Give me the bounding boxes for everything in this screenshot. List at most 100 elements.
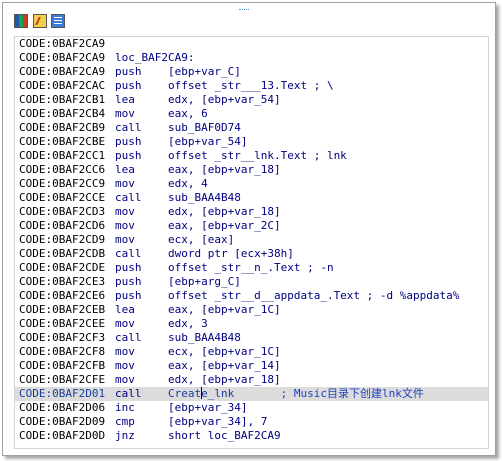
address: CODE:0BAF2CBE (19, 135, 106, 148)
instruction-mnemonic: call (115, 247, 142, 260)
instruction-mnemonic: jnz (115, 429, 135, 442)
instruction-operands[interactable]: [ebp+var_C] (168, 65, 241, 78)
toolbar (3, 3, 495, 31)
address: CODE:0BAF2CB4 (19, 107, 106, 120)
instruction-operands[interactable]: [ebp+arg_C] (168, 275, 241, 288)
code-line[interactable]: CODE:0BAF2CD3 mov edx, [ebp+var_18] (15, 205, 488, 219)
instruction-mnemonic: mov (115, 177, 135, 190)
code-line[interactable]: CODE:0BAF2CF3 call sub_BAA4B48 (15, 331, 488, 345)
address: CODE:0BAF2CE6 (19, 289, 106, 302)
instruction-operands[interactable]: sub_BAA4B48 (168, 191, 241, 204)
text-view-icon[interactable] (51, 14, 65, 28)
code-line[interactable]: CODE:0BAF2CB4 mov eax, 6 (15, 107, 488, 121)
instruction-operands[interactable]: offset _str__d__appdata_.Text ; -d %appd… (168, 289, 459, 302)
instruction-operands[interactable]: short loc_BAF2CA9 (168, 429, 281, 442)
code-line[interactable]: CODE:0BAF2CA9 loc_BAF2CA9: (15, 51, 488, 65)
code-line[interactable]: CODE:0BAF2CEE mov edx, 3 (15, 317, 488, 331)
instruction-operands[interactable]: edx, 3 (168, 317, 208, 330)
instruction-mnemonic: mov (115, 317, 135, 330)
instruction-mnemonic: mov (115, 219, 135, 232)
instruction-operands[interactable]: offset _str___13.Text ; \ (168, 79, 334, 92)
code-line[interactable]: CODE:0BAF2CDB call dword ptr [ecx+38h] (15, 247, 488, 261)
code-line[interactable]: CODE:0BAF2CC9 mov edx, 4 (15, 177, 488, 191)
code-line[interactable]: CODE:0BAF2CBE push [ebp+var_54] (15, 135, 488, 149)
instruction-mnemonic: mov (115, 107, 135, 120)
graph-view-icon[interactable] (14, 14, 28, 28)
instruction-operands[interactable]: Creat (168, 387, 201, 400)
code-comment: ; Music目录下创建lnk文件 (280, 387, 424, 400)
instruction-operands[interactable]: ecx, [eax] (168, 233, 234, 246)
code-line[interactable]: CODE:0BAF2CE3 push [ebp+arg_C] (15, 275, 488, 289)
selected-code-line[interactable]: CODE:0BAF2D01 call Create_lnk ; Music目录下创建… (15, 387, 488, 401)
address: CODE:0BAF2CD3 (19, 205, 106, 218)
address: CODE:0BAF2CFB (19, 359, 106, 372)
instruction-mnemonic: inc (115, 401, 135, 414)
instruction-mnemonic: push (115, 149, 142, 162)
code-line[interactable]: CODE:0BAF2CB1 lea edx, [ebp+var_54] (15, 93, 488, 107)
code-line[interactable]: CODE:0BAF2D0D jnz short loc_BAF2CA9 (15, 429, 488, 443)
instruction-operands[interactable]: ecx, [ebp+var_1C] (168, 345, 281, 358)
address: CODE:0BAF2CA9 (19, 65, 106, 78)
instruction-mnemonic: call (115, 331, 142, 344)
address: CODE:0BAF2CDE (19, 261, 106, 274)
instruction-operands[interactable]: eax, [ebp+var_2C] (168, 219, 281, 232)
code-line[interactable]: CODE:0BAF2CB9 call sub_BAF0D74 (15, 121, 488, 135)
instruction-mnemonic: call (115, 121, 142, 134)
address: CODE:0BAF2CA9 (19, 51, 106, 64)
instruction-operands[interactable]: sub_BAA4B48 (168, 331, 241, 344)
code-line[interactable]: CODE:0BAF2D09 cmp [ebp+var_34], 7 (15, 415, 488, 429)
instruction-mnemonic: push (115, 135, 142, 148)
instruction-operands[interactable]: eax, [ebp+var_1C] (168, 303, 281, 316)
instruction-operands[interactable]: edx, [ebp+var_18] (168, 373, 281, 386)
instruction-operands[interactable]: eax, [ebp+var_18] (168, 163, 281, 176)
edit-tool-icon[interactable] (33, 14, 47, 28)
code-line[interactable]: CODE:0BAF2CFE mov edx, [ebp+var_18] (15, 373, 488, 387)
instruction-mnemonic: mov (115, 233, 135, 246)
instruction-operands[interactable]: [ebp+var_34] (168, 401, 247, 414)
address: CODE:0BAF2CCE (19, 191, 106, 204)
address: CODE:0BAF2CEB (19, 303, 106, 316)
code-line[interactable]: CODE:0BAF2CCE call sub_BAA4B48 (15, 191, 488, 205)
instruction-operands[interactable]: [ebp+var_54] (168, 135, 247, 148)
address: CODE:0BAF2CC1 (19, 149, 106, 162)
instruction-mnemonic: lea (115, 163, 135, 176)
instruction-mnemonic: mov (115, 359, 135, 372)
code-label[interactable]: loc_BAF2CA9: (115, 51, 194, 64)
code-line[interactable]: CODE:0BAF2CA9 (15, 37, 488, 51)
disassembly-listing[interactable]: CODE:0BAF2CA9 CODE:0BAF2CA9 loc_BAF2CA9: CO… (14, 36, 489, 449)
instruction-mnemonic: push (115, 261, 142, 274)
address: CODE:0BAF2D0D (19, 429, 106, 442)
address: CODE:0BAF2CB1 (19, 93, 106, 106)
code-line[interactable]: CODE:0BAF2CF8 mov ecx, [ebp+var_1C] (15, 345, 488, 359)
instruction-mnemonic: cmp (115, 415, 135, 428)
code-line[interactable]: CODE:0BAF2CFB mov eax, [ebp+var_14] (15, 359, 488, 373)
instruction-mnemonic: lea (115, 93, 135, 106)
instruction-mnemonic: call (115, 191, 142, 204)
code-line[interactable]: CODE:0BAF2CD6 mov eax, [ebp+var_2C] (15, 219, 488, 233)
instruction-operands[interactable]: sub_BAF0D74 (168, 121, 241, 134)
instruction-mnemonic: call (115, 387, 142, 400)
code-line[interactable]: CODE:0BAF2CAC push offset _str___13.Text ;… (15, 79, 488, 93)
instruction-operands[interactable]: dword ptr [ecx+38h] (168, 247, 294, 260)
instruction-operands[interactable]: offset _str__n_.Text ; -n (168, 261, 334, 274)
code-line[interactable]: CODE:0BAF2CEB lea eax, [ebp+var_1C] (15, 303, 488, 317)
code-line[interactable]: CODE:0BAF2CE6 push offset _str__d__appdata… (15, 289, 488, 303)
instruction-operands[interactable]: edx, 4 (168, 177, 208, 190)
code-line[interactable]: CODE:0BAF2CDE push offset _str__n_.Text ; … (15, 261, 488, 275)
instruction-operands[interactable]: [ebp+var_34], 7 (168, 415, 267, 428)
instruction-operands[interactable]: edx, [ebp+var_54] (168, 93, 281, 106)
code-line[interactable]: CODE:0BAF2CC6 lea eax, [ebp+var_18] (15, 163, 488, 177)
code-line[interactable]: CODE:0BAF2D06 inc [ebp+var_34] (15, 401, 488, 415)
address: CODE:0BAF2CC9 (19, 177, 106, 190)
instruction-operands[interactable]: eax, 6 (168, 107, 208, 120)
code-line[interactable]: CODE:0BAF2CA9 push [ebp+var_C] (15, 65, 488, 79)
instruction-mnemonic: mov (115, 345, 135, 358)
instruction-operands[interactable]: e_lnk (201, 387, 234, 400)
code-line[interactable]: CODE:0BAF2CC1 push offset _str__lnk.Text ;… (15, 149, 488, 163)
code-line[interactable]: CODE:0BAF2CD9 mov ecx, [eax] (15, 233, 488, 247)
instruction-operands[interactable]: offset _str__lnk.Text ; lnk (168, 149, 347, 162)
address: CODE:0BAF2D01 (19, 387, 106, 400)
instruction-operands[interactable]: eax, [ebp+var_14] (168, 359, 281, 372)
instruction-operands[interactable]: edx, [ebp+var_18] (168, 205, 281, 218)
address: CODE:0BAF2CDB (19, 247, 106, 260)
